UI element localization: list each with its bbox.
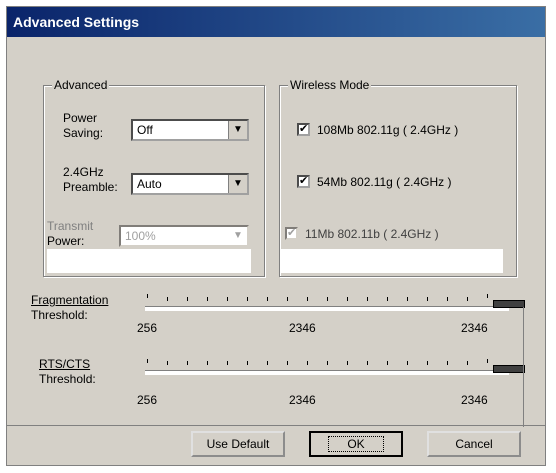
rts-cts-label: RTS/CTS Threshold: xyxy=(39,357,96,386)
mode-54mb-checkbox[interactable]: ✔ xyxy=(297,175,310,188)
advanced-panel-white-area xyxy=(47,249,251,273)
mode-108mb-label: 108Mb 802.11g ( 2.4GHz ) xyxy=(317,123,459,137)
fragmentation-label: Fragmentation Threshold: xyxy=(31,293,109,322)
transmit-power-select: 100% ▼ xyxy=(119,225,249,247)
rts-cts-mid: 2346 xyxy=(289,393,316,407)
rts-cts-slider-thumb[interactable] xyxy=(493,365,525,373)
fragmentation-mid: 2346 xyxy=(289,321,316,335)
cancel-button[interactable]: Cancel xyxy=(427,431,521,457)
fragmentation-max: 2346 xyxy=(461,321,488,335)
wireless-mode-group-title: Wireless Mode xyxy=(288,78,372,92)
use-default-button[interactable]: Use Default xyxy=(191,431,285,457)
rts-cts-max: 2346 xyxy=(461,393,488,407)
power-saving-label: Power Saving: xyxy=(63,111,104,140)
chevron-down-icon[interactable]: ▼ xyxy=(228,175,247,193)
fragmentation-min: 256 xyxy=(137,321,158,335)
title-bar: Advanced Settings xyxy=(7,7,545,37)
ok-button[interactable]: OK xyxy=(309,431,403,457)
wireless-panel-white-area xyxy=(281,249,503,273)
mode-108mb-checkbox[interactable]: ✔ xyxy=(297,123,310,136)
mode-11mb-checkbox: ✔ xyxy=(285,227,298,240)
rts-cts-slider[interactable] xyxy=(145,370,509,375)
transmit-power-label: Transmit Power: xyxy=(47,219,94,248)
button-bar-divider xyxy=(7,425,545,426)
rts-cts-min: 256 xyxy=(137,393,158,407)
power-saving-select[interactable]: Off ▼ xyxy=(131,119,249,141)
preamble-select[interactable]: Auto ▼ xyxy=(131,173,249,195)
chevron-down-icon[interactable]: ▼ xyxy=(228,121,247,139)
mode-54mb-label: 54Mb 802.11g ( 2.4GHz ) xyxy=(317,175,452,189)
fragmentation-slider-thumb[interactable] xyxy=(493,300,525,308)
chevron-down-icon: ▼ xyxy=(229,227,247,245)
advanced-group-title: Advanced xyxy=(52,78,110,92)
mode-11mb-label: 11Mb 802.11b ( 2.4GHz ) xyxy=(305,227,439,241)
preamble-label: 2.4GHz Preamble: xyxy=(63,165,118,194)
advanced-settings-dialog: Advanced Settings Advanced Power Saving:… xyxy=(6,6,546,466)
fragmentation-slider[interactable] xyxy=(145,306,509,311)
